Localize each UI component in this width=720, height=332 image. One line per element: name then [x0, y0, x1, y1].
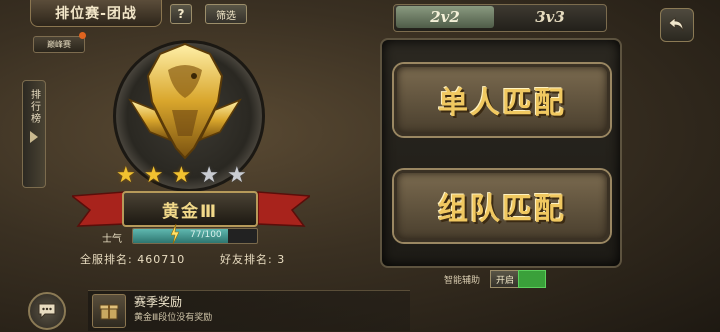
star-empty-icon: ★	[226, 163, 247, 188]
arrow-right-icon	[30, 131, 38, 143]
star-filled-icon: ★	[171, 163, 192, 188]
back-button[interactable]	[660, 8, 694, 42]
mode-title: 排位赛-团战	[30, 0, 162, 27]
star-filled-icon: ★	[143, 163, 164, 188]
help-button[interactable]: ?	[170, 4, 192, 24]
solo-match-button[interactable]: 单人匹配	[394, 64, 610, 136]
rank-name: 黄金Ⅲ	[122, 191, 258, 227]
filter-button[interactable]: 筛选	[205, 4, 247, 24]
chat-bubble-icon	[38, 303, 56, 320]
back-arrow-icon	[668, 17, 684, 32]
smart-assist-label: 智能辅助	[444, 276, 481, 286]
star-filled-icon: ★	[116, 163, 136, 188]
reward-subtitle: 黄金Ⅲ段位没有奖励	[134, 313, 213, 323]
server-rank: 全服排名: 460710	[80, 253, 186, 266]
leaderboard-label: 排行榜	[28, 89, 40, 125]
gold-tiger-emblem-icon	[128, 42, 242, 160]
notification-dot	[79, 32, 86, 39]
smart-assist-on-label[interactable]: 开启	[490, 270, 520, 288]
gift-icon	[92, 294, 126, 328]
rank-stars: ★ ★ ★ ★ ★	[116, 165, 247, 187]
smart-assist-toggle[interactable]	[518, 270, 546, 288]
tab-2v2[interactable]: 2v2	[396, 6, 494, 28]
leaderboard-tab[interactable]: 排行榜	[22, 80, 46, 188]
chat-button[interactable]	[28, 292, 66, 330]
team-match-button[interactable]: 组队匹配	[394, 170, 610, 242]
friend-rank: 好友排名: 3	[220, 253, 286, 266]
lightning-icon	[171, 224, 179, 244]
tab-3v3[interactable]: 3v3	[500, 6, 600, 28]
morale-label: 士气	[102, 234, 122, 245]
morale-value: 77/100	[190, 230, 222, 240]
star-empty-icon: ★	[199, 163, 219, 188]
reward-title: 赛季奖励	[134, 295, 183, 309]
peak-match-button[interactable]: 巅峰赛	[33, 36, 85, 53]
